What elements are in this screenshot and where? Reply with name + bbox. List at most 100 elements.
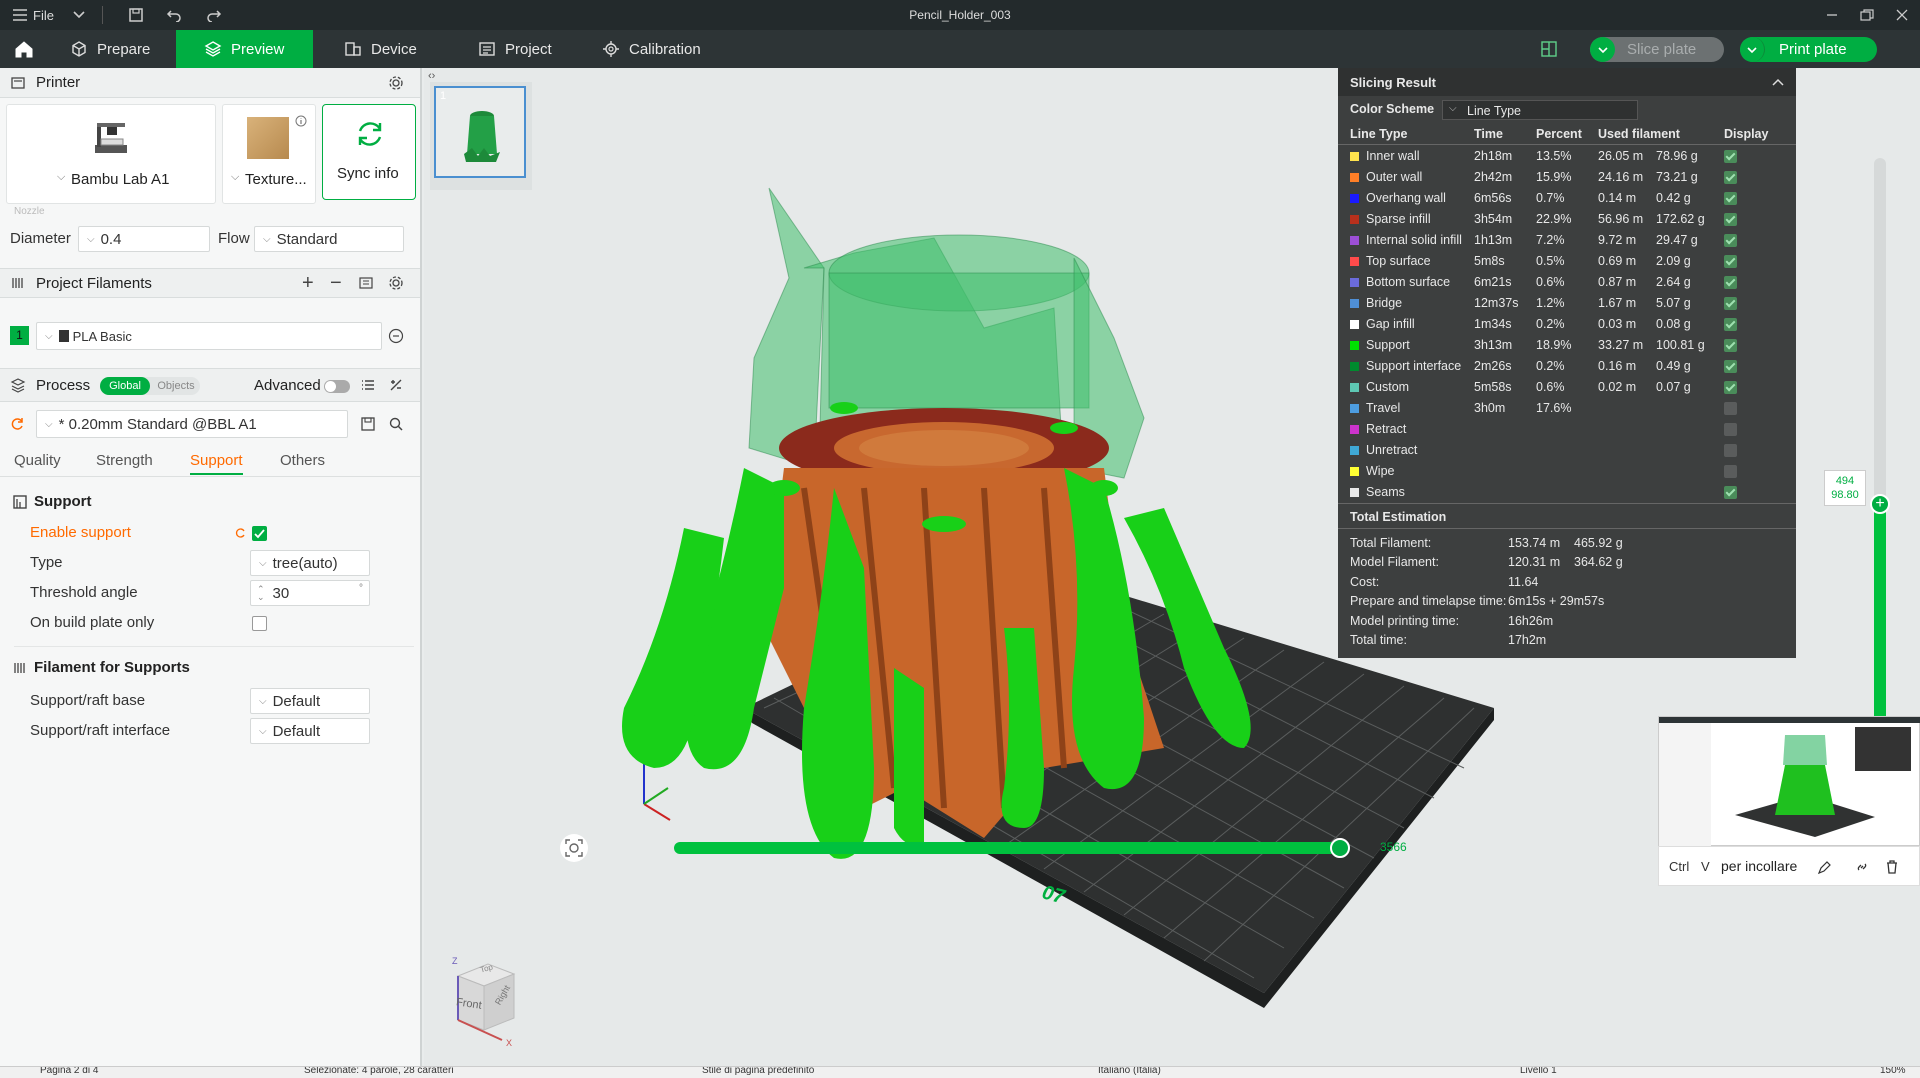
display-checkbox[interactable] [1724,339,1737,352]
home-button[interactable] [0,30,44,68]
maximize-button[interactable] [1860,0,1874,30]
display-checkbox[interactable] [1724,318,1737,331]
pencil-icon[interactable] [1817,861,1831,875]
color-scheme-select[interactable]: ⌵ Line Type [1442,100,1638,120]
stepper-arrows-icon[interactable]: ⌃ ⌄ [257,585,265,602]
tab-strength[interactable]: Strength [96,452,153,469]
plate-layout-button[interactable] [1530,30,1566,68]
display-checkbox[interactable] [1724,402,1737,415]
display-checkbox[interactable] [1724,423,1737,436]
print-plate-button[interactable]: Print plate [1740,37,1877,62]
tab-device[interactable]: Device [330,30,450,68]
sync-info-button[interactable]: Sync info [322,104,416,200]
build-plate-only-checkbox[interactable] [252,616,267,631]
toggle-objects[interactable]: Objects [152,377,200,395]
display-checkbox[interactable] [1724,234,1737,247]
display-checkbox[interactable] [1724,486,1737,499]
raft-base-select[interactable]: ⌵ Default [250,688,370,714]
move-slider-handle[interactable] [1330,838,1350,858]
display-checkbox[interactable] [1724,171,1737,184]
line-type-row[interactable]: Support interface 2m26s 0.2% 0.16 m 0.49 g [1338,356,1796,377]
line-type-row[interactable]: Inner wall 2h18m 13.5% 26.05 m 78.96 g [1338,146,1796,167]
line-type-row[interactable]: Retract [1338,419,1796,440]
raft-interface-select[interactable]: ⌵ Default [250,718,370,744]
tab-calibration[interactable]: Calibration [588,30,738,68]
gear-icon[interactable] [388,75,404,91]
plate-type-card[interactable]: ⌵ Texture... [222,104,316,204]
filament-select[interactable]: ⌵ PLA Basic [36,322,382,350]
print-dropdown-button[interactable] [1740,37,1765,62]
display-checkbox[interactable] [1724,276,1737,289]
slice-plate-button[interactable]: Slice plate [1590,37,1724,62]
tab-prepare[interactable]: Prepare [56,30,176,68]
diameter-select[interactable]: ⌵ 0.4 [78,226,210,252]
slice-dropdown-button[interactable] [1590,37,1615,62]
display-checkbox[interactable] [1724,213,1737,226]
display-checkbox[interactable] [1724,255,1737,268]
line-type-row[interactable]: Top surface 5m8s 0.5% 0.69 m 2.09 g [1338,251,1796,272]
remove-filament-button[interactable]: − [330,272,342,295]
printer-card[interactable]: ⌵ Bambu Lab A1 [6,104,216,204]
filament-index-badge[interactable]: 1 [10,326,29,345]
filament-sync-icon[interactable] [358,275,374,291]
raft-base-value: Default [272,692,321,710]
process-preset-select[interactable]: ⌵ * 0.20mm Standard @BBL A1 [36,410,348,438]
line-type-row[interactable]: Bridge 12m37s 1.2% 1.67 m 5.07 g [1338,293,1796,314]
threshold-angle-stepper[interactable]: ⌃ ⌄ 30 ° [250,580,370,606]
gear-icon[interactable] [388,275,404,291]
display-checkbox[interactable] [1724,360,1737,373]
line-type-row[interactable]: Bottom surface 6m21s 0.6% 0.87 m 2.64 g [1338,272,1796,293]
display-checkbox[interactable] [1724,381,1737,394]
display-checkbox[interactable] [1724,297,1737,310]
toggle-global[interactable]: Global [100,377,150,395]
line-type-row[interactable]: Custom 5m58s 0.6% 0.02 m 0.07 g [1338,377,1796,398]
trash-icon[interactable] [1885,860,1899,874]
line-type-row[interactable]: Overhang wall 6m56s 0.7% 0.14 m 0.42 g [1338,188,1796,209]
add-filament-button[interactable]: + [302,272,314,295]
reset-icon[interactable] [234,526,248,540]
line-type-row[interactable]: Internal solid infill 1h13m 7.2% 9.72 m 29.4… [1338,230,1796,251]
tab-project[interactable]: Project [464,30,584,68]
tab-support[interactable]: Support [190,452,243,475]
filaments-section-title: Project Filaments [36,274,152,292]
estimation-label: Cost: [1350,574,1380,589]
support-type-select[interactable]: ⌵ tree(auto) [250,550,370,576]
line-type-row[interactable]: Gap infill 1m34s 0.2% 0.03 m 0.08 g [1338,314,1796,335]
display-checkbox[interactable] [1724,465,1737,478]
tab-quality[interactable]: Quality [14,452,61,469]
remove-circle-icon[interactable] [388,328,404,344]
reset-icon[interactable] [10,416,26,432]
layer-slider-handle[interactable]: + [1870,494,1890,514]
global-objects-toggle[interactable]: Global Objects [100,377,200,395]
threshold-unit: ° [359,583,363,594]
compare-icon[interactable] [388,377,404,393]
minimize-button[interactable] [1826,0,1838,30]
search-icon[interactable] [388,416,404,432]
close-button[interactable] [1896,0,1908,30]
tab-preview[interactable]: Preview [176,30,313,68]
flow-select[interactable]: ⌵ Standard [254,226,404,252]
line-type-row[interactable]: Outer wall 2h42m 15.9% 24.16 m 73.21 g [1338,167,1796,188]
enable-support-checkbox[interactable] [252,526,267,541]
line-type-row[interactable]: Sparse infill 3h54m 22.9% 56.96 m 172.62 g [1338,209,1796,230]
info-icon[interactable] [295,115,307,127]
list-icon[interactable] [360,377,376,393]
chevron-up-icon[interactable] [1772,78,1784,86]
save-icon[interactable] [360,416,376,432]
line-type-row[interactable]: Unretract [1338,440,1796,461]
advanced-toggle[interactable] [324,380,350,393]
navigation-cube[interactable]: Front Right Top Z X [438,954,528,1050]
estimation-row: Total Filament: 153.74 m 465.92 g [1350,534,1790,553]
display-checkbox[interactable] [1724,150,1737,163]
display-checkbox[interactable] [1724,444,1737,457]
reset-view-button[interactable] [560,834,588,862]
display-checkbox[interactable] [1724,192,1737,205]
line-type-row[interactable]: Support 3h13m 18.9% 33.27 m 100.81 g [1338,335,1796,356]
line-type-row[interactable]: Wipe [1338,461,1796,482]
line-type-row[interactable]: Travel 3h0m 17.6% [1338,398,1796,419]
gcode-move-slider[interactable] [674,842,1350,854]
line-type-row[interactable]: Seams [1338,482,1796,503]
link-icon[interactable] [1855,860,1869,874]
tab-others[interactable]: Others [280,452,325,469]
screen-preview-thumbnail[interactable] [1658,716,1920,847]
